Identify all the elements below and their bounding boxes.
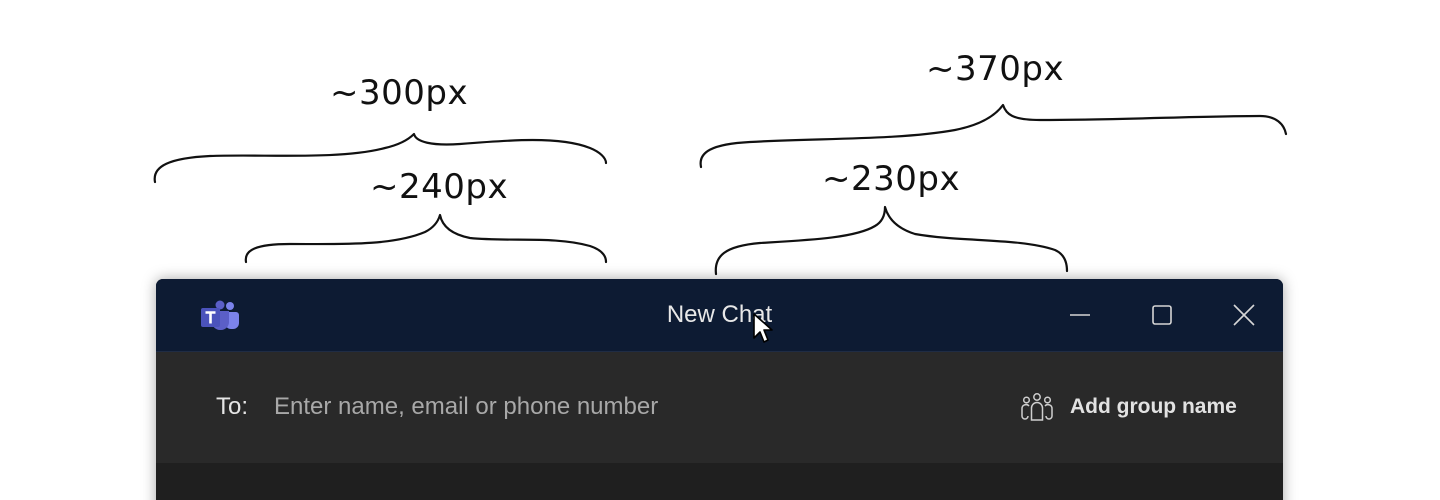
brace-370 — [699, 103, 1288, 169]
measurement-annotations: ~300px ~240px ~370px ~230px — [153, 49, 1288, 276]
brace-240 — [244, 213, 608, 264]
maximize-button[interactable] — [1122, 279, 1202, 351]
recipient-input[interactable] — [274, 385, 834, 429]
recipient-bar: To: Add group name — [156, 352, 1283, 462]
brace-300 — [153, 132, 608, 184]
minimize-button[interactable] — [1040, 279, 1120, 351]
minimize-icon — [1070, 314, 1090, 316]
people-group-icon — [1021, 393, 1053, 421]
label-370: ~370px — [926, 49, 1064, 89]
label-230: ~230px — [822, 159, 960, 199]
chat-body — [156, 463, 1283, 500]
label-300: ~300px — [330, 73, 468, 113]
brace-230 — [714, 205, 1069, 276]
maximize-icon — [1152, 305, 1172, 325]
to-label: To: — [216, 393, 249, 420]
close-icon — [1233, 304, 1255, 326]
new-chat-window: New Chat To: Enter name, email or phone … — [156, 279, 1283, 500]
label-240: ~240px — [370, 167, 508, 207]
add-group-name-label: Add group name — [1070, 395, 1237, 418]
title-bar[interactable]: New Chat — [156, 279, 1283, 352]
add-group-name-button[interactable]: Add group name — [1020, 385, 1237, 429]
close-button[interactable] — [1204, 279, 1283, 351]
mouse-cursor-icon — [753, 313, 773, 343]
